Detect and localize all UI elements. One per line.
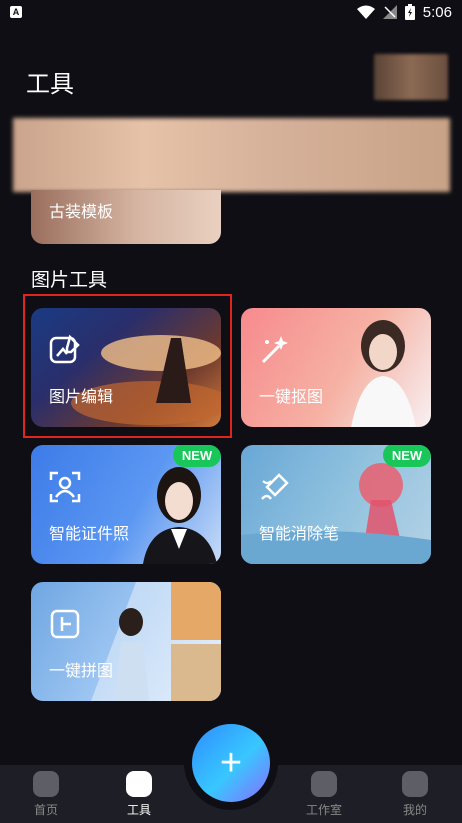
cutout-card[interactable]: 一键抠图 [241, 308, 431, 427]
tab-tools[interactable]: 工具 [109, 771, 169, 818]
no-signal-icon [382, 5, 397, 19]
tab-home[interactable]: 首页 [16, 771, 76, 818]
card-label: 智能证件照 [49, 526, 130, 543]
tools-icon [126, 771, 152, 797]
selection-highlight [23, 294, 232, 438]
tab-me[interactable]: 我的 [385, 771, 445, 818]
wifi-icon [356, 5, 375, 19]
tab-label: 工具 [126, 803, 151, 817]
app-notification-icon: A [10, 6, 22, 18]
eraser-brush-icon [261, 473, 289, 500]
tab-studio[interactable]: 工作室 [294, 771, 354, 818]
create-button[interactable]: + [192, 724, 270, 802]
tab-label: 我的 [402, 803, 427, 817]
new-badge: NEW [383, 445, 431, 467]
banner[interactable] [13, 118, 450, 192]
page-title: 工具 [26, 71, 74, 98]
battery-icon [404, 4, 415, 20]
home-icon [33, 771, 59, 797]
status-bar: A 5:06 [0, 0, 462, 24]
collage-card[interactable]: 一键拼图 [31, 582, 221, 701]
collage-icon [50, 609, 80, 639]
id-photo-card[interactable]: 智能证件照 NEW [31, 445, 221, 564]
tab-label: 首页 [33, 803, 58, 817]
profile-icon [402, 771, 428, 797]
clock: 5:06 [422, 3, 452, 21]
section-title: 图片工具 [31, 270, 108, 291]
card-label: 古装模板 [49, 204, 114, 221]
plus-icon: + [219, 742, 243, 784]
magic-wand-icon [261, 336, 288, 364]
card-label: 一键拼图 [49, 663, 114, 680]
tab-label: 工作室 [305, 803, 342, 817]
avatar[interactable] [374, 54, 448, 100]
id-photo-icon [49, 471, 81, 503]
studio-icon [311, 771, 337, 797]
card-photo [351, 320, 416, 427]
card-label: 一键抠图 [259, 389, 324, 406]
ancient-costume-template-card[interactable]: 古装模板 [31, 190, 221, 244]
card-label: 智能消除笔 [259, 526, 340, 543]
card-photo [91, 582, 221, 701]
eraser-brush-card[interactable]: 智能消除笔 NEW [241, 445, 431, 564]
status-right: 5:06 [356, 3, 452, 21]
new-badge: NEW [173, 445, 221, 467]
